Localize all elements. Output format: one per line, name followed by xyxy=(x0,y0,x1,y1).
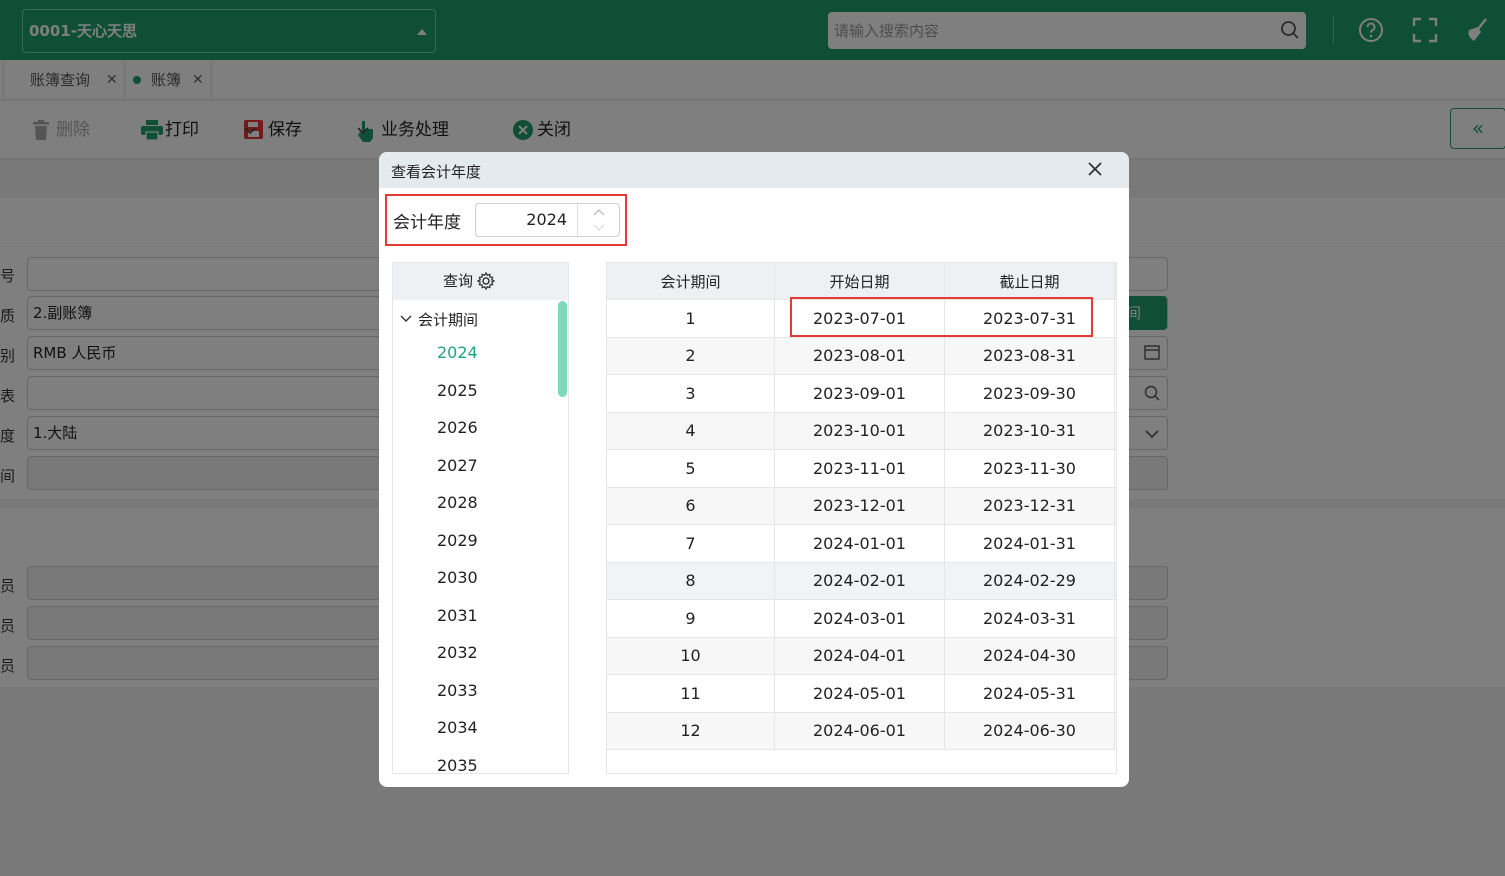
start-date-cell: 2024-04-01 xyxy=(775,637,945,674)
table-row[interactable]: 12 2024-06-01 2024-06-30 xyxy=(607,712,1116,750)
period-cell: 10 xyxy=(607,637,775,674)
start-date-cell: 2023-08-01 xyxy=(775,337,945,374)
end-date-cell: 2024-06-30 xyxy=(945,712,1115,749)
end-date-cell: 2024-01-31 xyxy=(945,525,1115,562)
period-cell: 9 xyxy=(607,600,775,637)
start-date-cell: 2024-06-01 xyxy=(775,712,945,749)
period-tree-panel: 查询 会计期间 2024 2025 2026 2027 2028 2029 2030 2031… xyxy=(392,262,569,774)
end-date-cell: 2024-03-31 xyxy=(945,600,1115,637)
fiscal-year-label: 会计年度 xyxy=(393,213,461,233)
table-header-row: 会计期间 开始日期 截止日期 xyxy=(607,263,1116,300)
tree-year-item[interactable]: 2030 xyxy=(437,568,478,587)
tree-year-item[interactable]: 2034 xyxy=(437,718,478,737)
start-date-cell: 2024-02-01 xyxy=(775,562,945,599)
tree-root-label: 会计期间 xyxy=(418,311,479,329)
table-row[interactable]: 4 2023-10-01 2023-10-31 xyxy=(607,412,1116,450)
period-cell: 12 xyxy=(607,712,775,749)
tree-year-item[interactable]: 2029 xyxy=(437,531,478,550)
period-cell: 6 xyxy=(607,487,775,524)
period-cell: 8 xyxy=(607,562,775,599)
column-header-start-date[interactable]: 开始日期 xyxy=(775,263,945,299)
period-table: 会计期间 开始日期 截止日期 1 2023-07-01 2023-07-31 2 202… xyxy=(606,262,1117,774)
end-date-cell: 2024-04-30 xyxy=(945,637,1115,674)
chevron-down-icon[interactable] xyxy=(593,224,605,231)
table-row[interactable]: 7 2024-01-01 2024-01-31 xyxy=(607,525,1116,563)
period-cell: 11 xyxy=(607,675,775,712)
start-date-cell: 2024-05-01 xyxy=(775,675,945,712)
column-header-end-date[interactable]: 截止日期 xyxy=(945,263,1115,299)
fiscal-year-value: 2024 xyxy=(526,210,567,229)
tree-year-item[interactable]: 2025 xyxy=(437,381,478,400)
chevron-up-icon[interactable] xyxy=(593,209,605,216)
period-cell: 7 xyxy=(607,525,775,562)
table-row[interactable]: 3 2023-09-01 2023-09-30 xyxy=(607,375,1116,413)
fiscal-year-highlight: 会计年度 2024 xyxy=(385,194,627,246)
start-date-cell: 2023-11-01 xyxy=(775,450,945,487)
start-date-cell: 2023-09-01 xyxy=(775,375,945,412)
period-cell: 4 xyxy=(607,412,775,449)
tree-year-item[interactable]: 2035 xyxy=(437,756,478,774)
tree-year-item[interactable]: 2033 xyxy=(437,681,478,700)
table-row[interactable]: 5 2023-11-01 2023-11-30 xyxy=(607,450,1116,488)
table-row[interactable]: 10 2024-04-01 2024-04-30 xyxy=(607,637,1116,675)
table-row[interactable]: 6 2023-12-01 2023-12-31 xyxy=(607,487,1116,525)
table-row[interactable]: 11 2024-05-01 2024-05-31 xyxy=(607,675,1116,713)
tree-year-item[interactable]: 2032 xyxy=(437,643,478,662)
dialog-header: 查看会计年度 xyxy=(379,152,1129,188)
tree-header: 查询 xyxy=(393,263,568,300)
end-date-cell: 2024-05-31 xyxy=(945,675,1115,712)
tree-year-item[interactable]: 2024 xyxy=(437,343,478,362)
period-cell: 1 xyxy=(607,300,775,337)
tree-year-item[interactable]: 2027 xyxy=(437,456,478,475)
close-icon[interactable] xyxy=(1086,160,1104,178)
period-cell: 3 xyxy=(607,375,775,412)
end-date-cell: 2024-02-29 xyxy=(945,562,1115,599)
table-row[interactable]: 2 2023-08-01 2023-08-31 xyxy=(607,337,1116,375)
period-cell: 2 xyxy=(607,337,775,374)
start-date-cell: 2024-01-01 xyxy=(775,525,945,562)
end-date-cell: 2023-11-30 xyxy=(945,450,1115,487)
first-period-dates-highlight xyxy=(790,297,1093,337)
period-cell: 5 xyxy=(607,450,775,487)
end-date-cell: 2023-12-31 xyxy=(945,487,1115,524)
fiscal-year-stepper[interactable]: 2024 xyxy=(475,203,620,237)
end-date-cell: 2023-08-31 xyxy=(945,337,1115,374)
end-date-cell: 2023-10-31 xyxy=(945,412,1115,449)
stepper-arrows xyxy=(577,204,619,236)
start-date-cell: 2023-12-01 xyxy=(775,487,945,524)
start-date-cell: 2024-03-01 xyxy=(775,600,945,637)
tree-year-item[interactable]: 2028 xyxy=(437,493,478,512)
tree-year-item[interactable]: 2026 xyxy=(437,418,478,437)
dialog-title: 查看会计年度 xyxy=(391,163,482,181)
column-header-period[interactable]: 会计期间 xyxy=(607,263,775,299)
end-date-cell: 2023-09-30 xyxy=(945,375,1115,412)
gear-icon[interactable] xyxy=(477,272,495,290)
chevron-down-icon[interactable] xyxy=(400,315,412,323)
tree-scrollbar[interactable] xyxy=(558,301,567,397)
tree-query-label: 查询 xyxy=(443,272,474,290)
start-date-cell: 2023-10-01 xyxy=(775,412,945,449)
table-row[interactable]: 9 2024-03-01 2024-03-31 xyxy=(607,600,1116,638)
fiscal-year-dialog: 查看会计年度 会计年度 2024 查询 会计期间 2024 2025 2026 202… xyxy=(379,152,1129,787)
table-row[interactable]: 8 2024-02-01 2024-02-29 xyxy=(607,562,1116,600)
tree-year-item[interactable]: 2031 xyxy=(437,606,478,625)
